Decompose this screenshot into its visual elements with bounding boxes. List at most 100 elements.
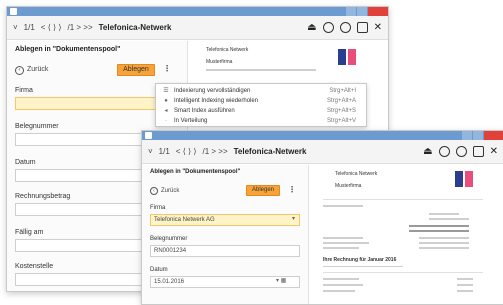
menu-item-run-smart-index[interactable]: ◂ Smart Index ausführen Strg+Alt+S bbox=[156, 106, 366, 115]
upload-icon[interactable]: ⏏ bbox=[307, 22, 316, 33]
doc-heading: Ihre Rechnung für Januar 2016 bbox=[323, 257, 397, 263]
field-label-firma: Firma bbox=[150, 205, 166, 211]
doc-line bbox=[323, 290, 355, 292]
doc-line bbox=[419, 237, 469, 239]
upload-icon[interactable]: ⏏ bbox=[423, 146, 432, 157]
minimize-button[interactable] bbox=[346, 7, 356, 16]
submit-button[interactable]: Ablegen bbox=[246, 185, 280, 196]
close-icon[interactable]: ✕ bbox=[490, 146, 498, 157]
bulb-icon: ● bbox=[164, 97, 168, 104]
chevron-down-icon[interactable]: ▾ bbox=[292, 215, 295, 222]
back-button[interactable]: ‹ Zurück bbox=[150, 187, 179, 195]
field-label-belegnummer: Belegnummer bbox=[15, 123, 59, 130]
scan-icon[interactable] bbox=[322, 22, 334, 33]
window-icon[interactable] bbox=[472, 146, 484, 157]
doc-line bbox=[323, 242, 369, 244]
field-label-kostenstelle: Kostenstelle bbox=[15, 263, 54, 270]
doc-line bbox=[409, 225, 469, 227]
field-label-datum: Datum bbox=[15, 159, 36, 166]
doc-line bbox=[323, 284, 363, 286]
minimize-button[interactable] bbox=[462, 131, 472, 140]
chevron-down-icon[interactable]: ˅ bbox=[148, 147, 153, 156]
front-window: ˅ 1/1 < ⟨ ⟩ ⟩ /1 > >> Telefonica-Netwerk… bbox=[141, 130, 503, 305]
window-icon[interactable] bbox=[356, 22, 368, 33]
doc-line bbox=[206, 69, 316, 71]
firma-input[interactable]: Telefonica Netwerk AG bbox=[150, 214, 300, 226]
doc-line bbox=[323, 278, 359, 280]
field-label-datum: Datum bbox=[150, 267, 168, 273]
front-left-pane: Ablegen in "Dokumentenspool" ‹ Zurück Abl… bbox=[142, 165, 309, 304]
doc-line bbox=[457, 290, 473, 292]
company-logo bbox=[455, 171, 463, 187]
list-icon: ☰ bbox=[163, 88, 169, 94]
document-title: Telefonica-Netwerk bbox=[98, 23, 172, 32]
belegnummer-input[interactable]: RN0001234 bbox=[150, 245, 300, 257]
menu-item-distribution[interactable]: · In Verteilung Strg+Alt+V bbox=[156, 116, 366, 125]
smart-index-icon: ◂ bbox=[164, 108, 168, 114]
doc-line bbox=[323, 247, 359, 249]
doc-line bbox=[323, 205, 363, 207]
calendar-icon[interactable]: ▾ ▦ bbox=[276, 277, 286, 284]
front-toolbar: ˅ 1/1 < ⟨ ⟩ ⟩ /1 > >> Telefonica-Netwerk… bbox=[142, 140, 503, 164]
maximize-button[interactable] bbox=[473, 131, 483, 140]
page-indicator: 1/1 bbox=[158, 147, 170, 156]
app-icon bbox=[145, 132, 152, 139]
doc-line bbox=[419, 242, 469, 244]
doc-sender: Telefonica Netwerk bbox=[335, 171, 378, 177]
page-title: Ablegen in "Dokumentenspool" bbox=[15, 46, 121, 53]
app-icon bbox=[10, 8, 17, 15]
distribution-icon: · bbox=[165, 117, 167, 124]
doc-line bbox=[323, 272, 483, 273]
doc-line bbox=[429, 218, 469, 220]
front-titlebar bbox=[142, 131, 503, 140]
page-title: Ablegen in "Dokumentenspool" bbox=[150, 169, 241, 175]
front-content: Ablegen in "Dokumentenspool" ‹ Zurück Abl… bbox=[142, 165, 503, 304]
page-window-nav[interactable]: /1 > >> bbox=[68, 23, 93, 32]
doc-line bbox=[323, 199, 483, 200]
doc-recipient: Musterfirma bbox=[335, 183, 362, 189]
close-icon[interactable]: ✕ bbox=[374, 22, 382, 33]
back-titlebar bbox=[7, 7, 388, 16]
close-window-button[interactable] bbox=[484, 131, 503, 140]
page-window-nav[interactable]: /1 > >> bbox=[203, 147, 228, 156]
field-label-belegnummer: Belegnummer bbox=[150, 236, 188, 242]
doc-line bbox=[419, 247, 469, 249]
back-button-label: Zurück bbox=[161, 188, 180, 194]
doc-line bbox=[429, 213, 459, 215]
close-window-button[interactable] bbox=[368, 7, 388, 16]
settings-icon[interactable] bbox=[455, 146, 467, 157]
field-label-faellig-am: Fällig am bbox=[15, 229, 44, 236]
back-icon: ‹ bbox=[150, 187, 158, 195]
doc-sender: Telefonica Netwerk bbox=[206, 47, 249, 53]
more-icon[interactable]: ⋮ bbox=[163, 64, 171, 73]
more-icon[interactable]: ⋮ bbox=[288, 185, 296, 194]
doc-line bbox=[457, 284, 473, 286]
page-indicator: 1/1 bbox=[23, 23, 35, 32]
company-logo-accent bbox=[348, 49, 356, 65]
back-toolbar: ˅ 1/1 < ⟨ ⟩ ⟩ /1 > >> Telefonica-Netwerk… bbox=[7, 16, 388, 40]
back-button-label: Zurück bbox=[27, 66, 49, 73]
chevron-down-icon[interactable]: ˅ bbox=[13, 23, 18, 32]
settings-icon[interactable] bbox=[339, 22, 351, 33]
doc-recipient: Musterfirma bbox=[206, 59, 233, 65]
doc-line bbox=[457, 278, 473, 280]
field-label-rechnungsbetrag: Rechnungsbetrag bbox=[15, 193, 71, 200]
menu-item-complete-indexing[interactable]: ☰ Indexierung vervollständigen Strg+Alt+… bbox=[156, 86, 366, 95]
document-title: Telefonica-Netwerk bbox=[233, 147, 307, 156]
front-document-preview: Telefonica Netwerk Musterfirma Ihre Rech… bbox=[309, 165, 503, 304]
company-logo bbox=[338, 49, 346, 65]
maximize-button[interactable] bbox=[357, 7, 367, 16]
back-button[interactable]: ‹ Zurück bbox=[15, 66, 48, 75]
doc-line bbox=[323, 266, 403, 267]
doc-line bbox=[409, 230, 469, 232]
context-menu: ☰ Indexierung vervollständigen Strg+Alt+… bbox=[155, 83, 367, 127]
menu-item-repeat-intelligent-indexing[interactable]: ● Intelligent Indexing wiederholen Strg+… bbox=[156, 96, 366, 105]
submit-button[interactable]: Ablegen bbox=[117, 64, 155, 76]
back-icon: ‹ bbox=[15, 66, 24, 75]
field-label-firma: Firma bbox=[15, 87, 33, 94]
page-nav[interactable]: < ⟨ ⟩ ⟩ bbox=[176, 147, 197, 156]
doc-line bbox=[323, 237, 363, 239]
page-nav[interactable]: < ⟨ ⟩ ⟩ bbox=[41, 23, 62, 32]
company-logo-accent bbox=[465, 171, 473, 187]
scan-icon[interactable] bbox=[438, 146, 450, 157]
